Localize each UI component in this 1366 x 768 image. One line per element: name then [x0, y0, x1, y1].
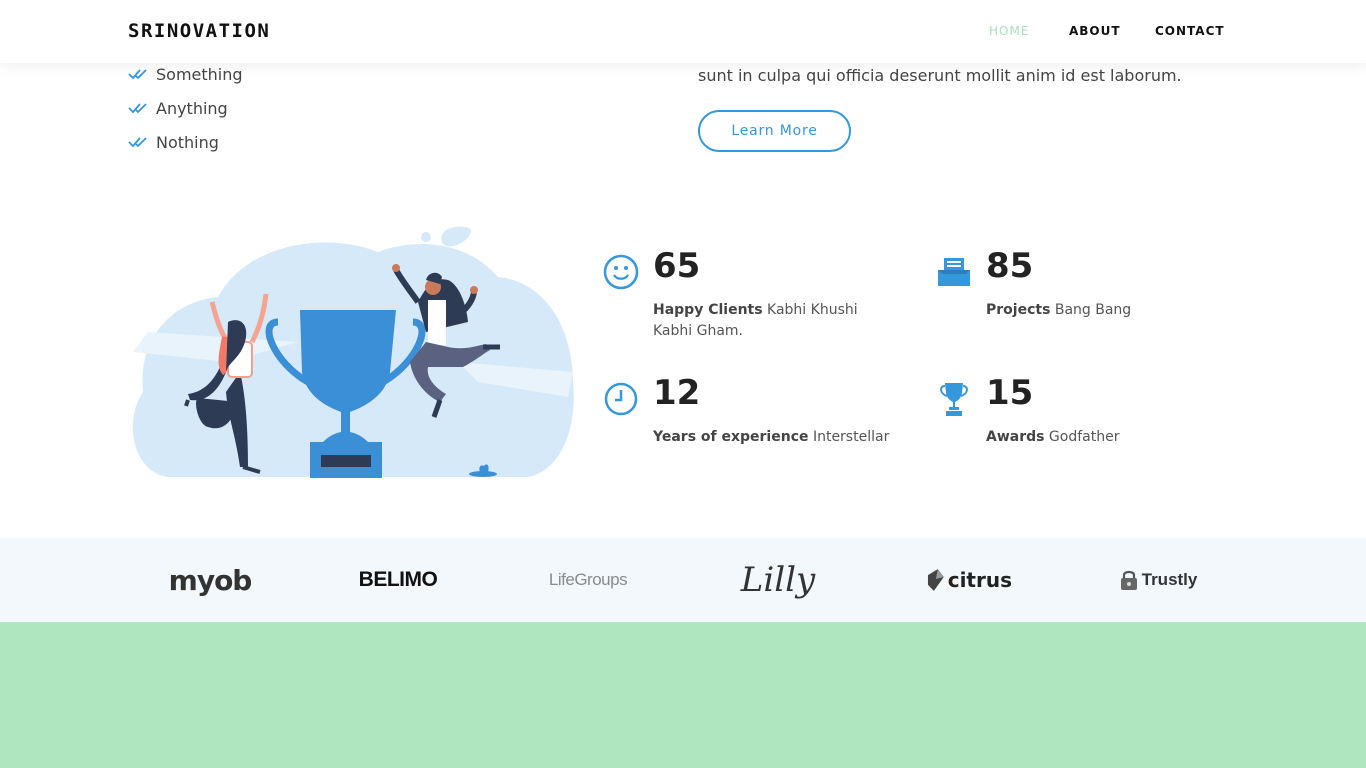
count-value: 15: [986, 373, 1034, 413]
client-logo-text: BELIMO: [358, 568, 438, 591]
client-logo-text: Trustly: [1141, 570, 1198, 589]
list-item-text: Anything: [156, 98, 228, 118]
double-check-icon: [128, 137, 147, 148]
nav-about-link[interactable]: ABOUT: [1069, 24, 1121, 38]
about-paragraph: sunt in culpa qui officia deserunt molli…: [698, 66, 1182, 85]
list-item: Anything: [128, 91, 243, 125]
learn-more-button[interactable]: Learn More: [698, 110, 851, 152]
list-item-text: Something: [156, 64, 243, 84]
client-logo-text: Lilly: [740, 560, 816, 600]
nav-home-link[interactable]: HOME: [989, 24, 1029, 38]
count-label: Projects: [986, 302, 1051, 318]
trophy-icon: [940, 383, 968, 416]
double-check-icon: [128, 69, 147, 80]
count-description: Years of experience Interstellar: [653, 427, 893, 448]
count-label: Years of experience: [653, 429, 809, 445]
document-tray-icon: [938, 258, 970, 286]
clock-icon: [604, 382, 638, 416]
count-value: 85: [986, 246, 1034, 286]
client-logo-text: citrus: [947, 568, 1012, 592]
client-logo-belimo[interactable]: BELIMO: [355, 538, 441, 622]
smiley-icon: [603, 254, 639, 290]
count-value: 65: [653, 246, 701, 286]
site-logo[interactable]: SRINOVATION: [128, 20, 270, 42]
site-header: SRINOVATION HOME ABOUT CONTACT: [0, 0, 1366, 63]
citrus-mark-icon: [927, 569, 944, 591]
client-logo-text: myob: [168, 563, 253, 597]
trustly-lock-icon: [1120, 570, 1137, 590]
client-logo-myob[interactable]: myob: [168, 538, 253, 622]
list-item-text: Nothing: [156, 132, 219, 152]
double-check-icon: [128, 103, 147, 114]
count-value: 12: [653, 373, 701, 413]
count-description: Awards Godfather: [986, 427, 1226, 448]
clients-section: myob BELIMO LifeGroups Lilly citrus Trus…: [0, 538, 1366, 622]
client-logo-lilly[interactable]: Lilly: [733, 538, 823, 622]
count-description: Happy Clients Kabhi Khushi Kabhi Gham.: [653, 300, 893, 342]
client-logo-lifegroups[interactable]: LifeGroups: [544, 538, 632, 622]
list-item: Nothing: [128, 125, 243, 159]
count-text: Interstellar: [808, 429, 890, 445]
client-logo-text: LifeGroups: [548, 570, 628, 589]
nav-contact-link[interactable]: CONTACT: [1155, 24, 1225, 38]
feature-checklist: Something Anything Nothing: [128, 57, 243, 159]
count-text: Godfather: [1044, 429, 1120, 445]
count-label: Happy Clients: [653, 302, 763, 318]
footer-band: [0, 622, 1366, 768]
client-logo-citrus[interactable]: citrus: [926, 538, 1012, 622]
client-logo-trustly[interactable]: Trustly: [1116, 538, 1200, 622]
count-text: Bang Bang: [1050, 302, 1132, 318]
count-description: Projects Bang Bang: [986, 300, 1226, 321]
count-label: Awards: [986, 429, 1045, 445]
celebration-illustration: [132, 226, 574, 478]
